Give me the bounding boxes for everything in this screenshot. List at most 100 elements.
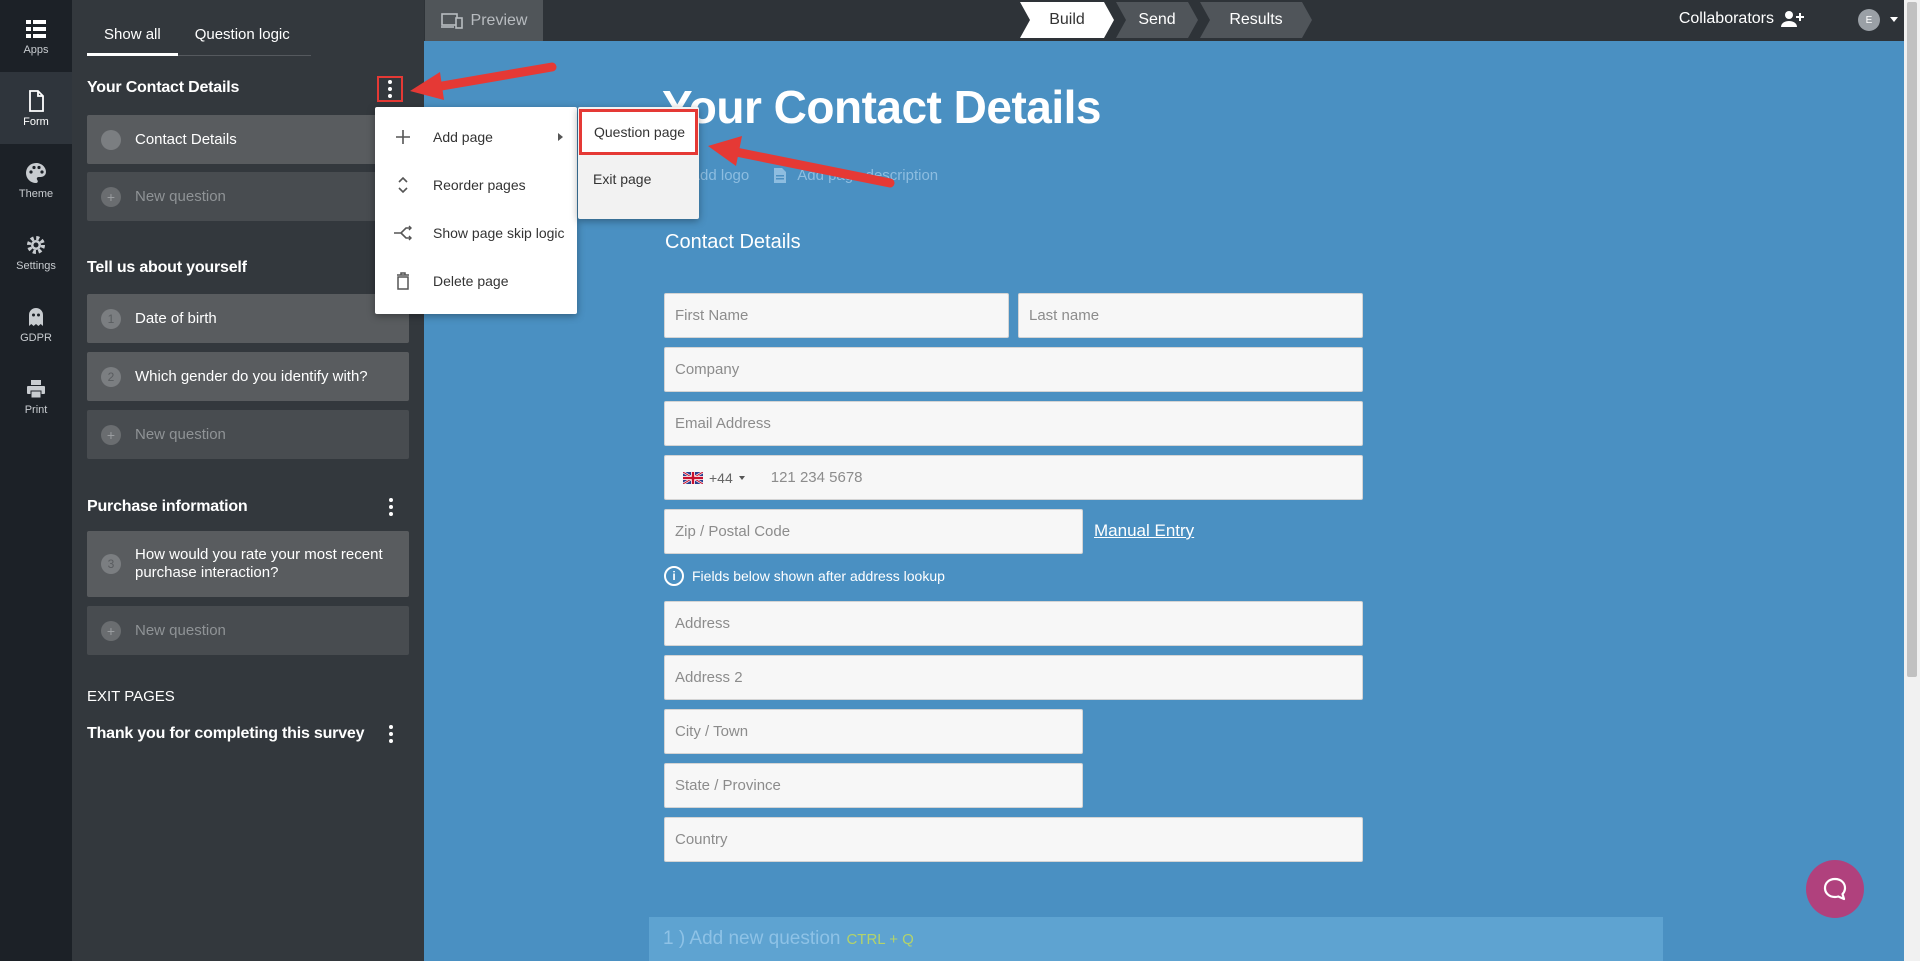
rail-settings-label: Settings [16, 259, 56, 272]
question-contact-details[interactable]: Contact Details [87, 115, 409, 164]
rail-gdpr[interactable]: GDPR [0, 288, 72, 360]
top-bar: Preview Build Send Results Collaborators… [424, 0, 1904, 41]
chevron-down-icon[interactable] [1890, 17, 1898, 22]
devices-icon [440, 12, 463, 29]
zip-field[interactable]: Zip / Postal Code [664, 509, 1083, 554]
chevron-down-icon[interactable] [738, 475, 745, 480]
section-title-purchase: Purchase information [87, 498, 248, 515]
question-date-of-birth[interactable]: 1 Date of birth [87, 294, 409, 343]
menu-item-reorder-pages[interactable]: Reorder pages [375, 161, 577, 209]
rail-apps[interactable]: Apps [0, 0, 72, 72]
chat-support-button[interactable] [1806, 860, 1864, 918]
new-question-label: New question [135, 188, 226, 205]
email-field[interactable]: Email Address [664, 401, 1363, 446]
question-purchase-rating[interactable]: 3 How would you rate your most recent pu… [87, 531, 409, 597]
page-options-kebab-purchase[interactable] [378, 494, 404, 520]
phone-field[interactable]: +44 121 234 5678 [664, 455, 1363, 500]
rail-form[interactable]: Form [0, 72, 72, 144]
question-gender[interactable]: 2 Which gender do you identify with? [87, 352, 409, 401]
menu-item-label: Add page [433, 129, 493, 145]
page-options-kebab-contact[interactable] [377, 76, 403, 102]
exit-page-title: Thank you for completing this survey [87, 725, 365, 742]
dial-code[interactable]: +44 [709, 470, 733, 486]
apps-grid-icon [26, 19, 46, 38]
form-header-tools: Add logo Add page description [690, 167, 938, 184]
new-question-button[interactable]: + New question [87, 410, 409, 459]
scrollbar-thumb[interactable] [1907, 2, 1917, 677]
preview-label: Preview [470, 11, 528, 29]
chat-bubble-icon [1823, 877, 1847, 901]
question-number-badge: 3 [101, 554, 121, 574]
step-send[interactable]: Send [1116, 2, 1198, 38]
submenu-exit-page[interactable]: Exit page [578, 155, 699, 203]
avatar[interactable]: E [1858, 9, 1880, 31]
menu-item-label: Reorder pages [433, 177, 526, 193]
first-name-field[interactable]: First Name [664, 293, 1009, 338]
add-new-question-bar[interactable]: 1 ) Add new question CTRL + Q [649, 917, 1663, 961]
printer-icon [27, 379, 45, 398]
country-field[interactable]: Country [664, 817, 1363, 862]
rail-gdpr-label: GDPR [20, 331, 52, 344]
collaborators-label: Collaborators [1678, 10, 1774, 27]
page-options-kebab-exit[interactable] [378, 721, 404, 747]
exit-pages-heading: EXIT PAGES [87, 688, 175, 705]
state-field[interactable]: State / Province [664, 763, 1083, 808]
sidebar-tabs: Show all Question logic [87, 18, 311, 56]
form-page-title[interactable]: Your Contact Details [662, 80, 1102, 134]
page-scrollbar[interactable] [1904, 0, 1920, 961]
company-field[interactable]: Company [664, 347, 1363, 392]
more-vertical-icon [389, 497, 393, 518]
palette-icon [26, 162, 46, 183]
new-question-button[interactable]: + New question [87, 606, 409, 655]
address2-field[interactable]: Address 2 [664, 655, 1363, 700]
menu-item-delete-page[interactable]: Delete page [375, 257, 577, 305]
lookup-note-text: Fields below shown after address lookup [692, 568, 945, 584]
preview-button[interactable]: Preview [425, 0, 543, 41]
add-question-label: 1 ) Add new question [663, 928, 841, 949]
new-question-button[interactable]: + New question [87, 172, 409, 221]
question-label: How would you rate your most recent purc… [135, 546, 383, 581]
step-results[interactable]: Results [1200, 2, 1312, 38]
section-title-contact-details: Your Contact Details [87, 79, 240, 96]
step-build[interactable]: Build [1020, 2, 1114, 38]
contact-section-heading: Contact Details [665, 231, 801, 253]
rail-print-label: Print [24, 403, 48, 416]
submenu-question-page[interactable]: Question page [579, 109, 698, 155]
section-title-tell-us: Tell us about yourself [87, 259, 247, 276]
ghost-icon [29, 307, 43, 326]
address-lookup-note: i Fields below shown after address looku… [664, 566, 945, 586]
rail-theme[interactable]: Theme [0, 144, 72, 216]
add-person-icon [1781, 11, 1804, 27]
rail-print[interactable]: Print [0, 360, 72, 432]
tab-show-all[interactable]: Show all [87, 18, 178, 56]
page-options-menu: Add page Reorder pages Show page skip lo… [375, 107, 577, 314]
rail-apps-label: Apps [23, 43, 49, 56]
info-icon: i [664, 566, 684, 586]
rail-settings[interactable]: Settings [0, 216, 72, 288]
phone-placeholder: 121 234 5678 [770, 469, 863, 486]
more-vertical-icon [389, 724, 393, 745]
address-field[interactable]: Address [664, 601, 1363, 646]
add-page-submenu: Question page Exit page [578, 107, 699, 219]
plus-icon [393, 129, 413, 145]
menu-item-label: Delete page [433, 273, 509, 289]
collaborators-button[interactable]: Collaborators [1679, 10, 1804, 28]
add-question-shortcut: CTRL + Q [846, 930, 914, 948]
tab-question-logic[interactable]: Question logic [178, 18, 307, 55]
question-label: Which gender do you identify with? [135, 368, 368, 385]
question-label: Contact Details [135, 131, 237, 148]
more-vertical-icon [388, 79, 392, 100]
page-sidebar: Show all Question logic Your Contact Det… [72, 0, 424, 961]
question-label: Date of birth [135, 310, 217, 327]
menu-item-skip-logic[interactable]: Show page skip logic [375, 209, 577, 257]
rail-theme-label: Theme [18, 187, 54, 200]
manual-entry-link[interactable]: Manual Entry [1094, 521, 1194, 541]
gear-icon [27, 235, 45, 254]
last-name-field[interactable]: Last name [1018, 293, 1363, 338]
city-field[interactable]: City / Town [664, 709, 1083, 754]
uk-flag-icon [683, 471, 703, 484]
add-description-link[interactable]: Add page description [773, 167, 938, 184]
plus-icon: + [101, 186, 121, 207]
menu-item-add-page[interactable]: Add page [375, 113, 577, 161]
reorder-icon [393, 176, 413, 194]
